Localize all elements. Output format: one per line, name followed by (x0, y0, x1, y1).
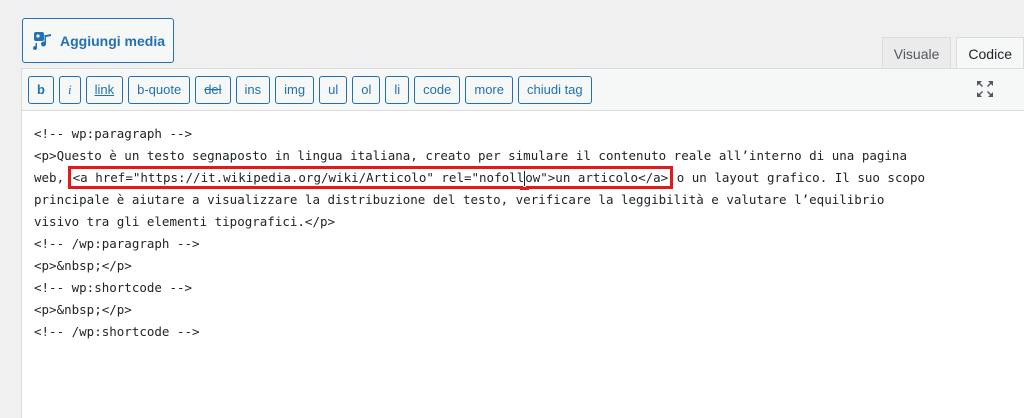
bold-button[interactable]: b (28, 75, 54, 104)
img-button[interactable]: img (275, 75, 315, 104)
link-button[interactable]: link (85, 75, 124, 104)
editor-tabs: Visuale Codice (877, 37, 1024, 69)
ol-button[interactable]: ol (352, 75, 381, 104)
add-media-button[interactable]: Aggiungi media (22, 18, 174, 63)
close-tags-button[interactable]: chiudi tag (517, 75, 592, 104)
more-button[interactable]: more (465, 75, 513, 104)
code-line: web, <a href="https://it.wikipedia.org/w… (34, 166, 1012, 189)
code-line: <p>&nbsp;</p> (34, 258, 132, 273)
media-icon (33, 31, 53, 51)
add-media-label: Aggiungi media (60, 32, 165, 49)
italic-button[interactable]: i (58, 75, 81, 104)
tab-visuale[interactable]: Visuale (881, 37, 952, 69)
code-text: web, (34, 170, 72, 185)
fullscreen-icon[interactable] (976, 80, 994, 98)
code-line: <!-- wp:paragraph --> (34, 126, 193, 141)
code-text: <a href="https://it.wikipedia.org/wiki/A… (72, 170, 525, 185)
code-line: <!-- /wp:paragraph --> (34, 236, 200, 251)
code-text: o un layout grafico. Il suo scopo (669, 170, 926, 185)
quicktags-toolbar: b i link b-quote del ins img ul ol li co… (21, 68, 1024, 111)
ul-button[interactable]: ul (319, 75, 348, 104)
del-button[interactable]: del (195, 75, 231, 104)
code-line: <p>Questo è un testo segnaposto in lingu… (34, 148, 907, 163)
highlighted-link-code: <a href="https://it.wikipedia.org/wiki/A… (67, 166, 674, 189)
code-line: <p>&nbsp;</p> (34, 302, 132, 317)
code-line: visivo tra gli elementi tipografici.</p> (34, 214, 336, 229)
li-button[interactable]: li (385, 75, 410, 104)
code-line: principale è aiutare a visualizzare la d… (34, 192, 885, 207)
blockquote-button[interactable]: b-quote (128, 75, 191, 104)
ins-button[interactable]: ins (235, 75, 271, 104)
code-text: ow">un articolo</a> (525, 170, 669, 185)
code-line: <!-- wp:shortcode --> (34, 280, 193, 295)
code-editor[interactable]: <!-- wp:paragraph --> <p>Questo è un tes… (21, 111, 1024, 418)
code-button[interactable]: code (414, 75, 461, 104)
code-line: <!-- /wp:shortcode --> (34, 324, 200, 339)
tab-codice[interactable]: Codice (956, 37, 1024, 69)
